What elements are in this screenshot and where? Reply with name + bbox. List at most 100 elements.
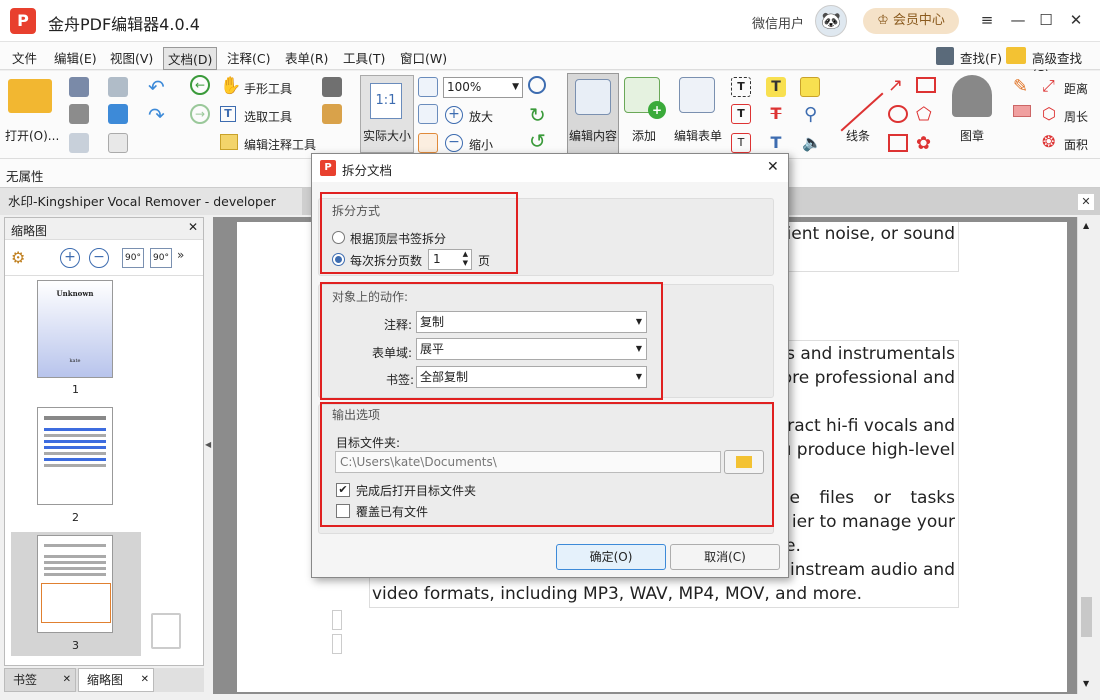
scroll-down-icon[interactable]: ▼ <box>1083 679 1089 688</box>
note-icon[interactable] <box>800 77 820 97</box>
pentagon-icon[interactable]: ⬠ <box>916 104 932 125</box>
email-icon[interactable] <box>108 77 128 97</box>
text-box-icon[interactable]: T <box>731 77 751 97</box>
edit-annotation-tool-button[interactable]: 编辑注释工具 <box>244 136 316 153</box>
cloud-shape-icon[interactable]: ✿ <box>916 133 931 154</box>
fit-visible-icon[interactable] <box>418 133 438 153</box>
text-field-icon[interactable]: T <box>731 104 751 124</box>
radio-by-pages[interactable] <box>332 253 345 266</box>
menu-tools[interactable]: 工具(T) <box>339 47 389 68</box>
close-button[interactable]: ✕ <box>1066 10 1086 30</box>
rotate-ccw-icon[interactable]: ↺ <box>529 129 546 153</box>
save-icon[interactable] <box>69 77 89 97</box>
form-field-marker[interactable] <box>332 634 342 654</box>
maximize-button[interactable]: ☐ <box>1036 10 1056 30</box>
print-icon[interactable] <box>69 104 89 124</box>
menu-window[interactable]: 窗口(W) <box>396 47 451 68</box>
menu-edit[interactable]: 编辑(E) <box>50 47 101 68</box>
scroll-up-icon[interactable]: ▲ <box>1083 221 1089 230</box>
form-field-marker[interactable] <box>332 610 342 630</box>
forward-icon[interactable]: → <box>190 104 210 124</box>
form-field-select[interactable]: 展平 ▼ <box>416 338 647 360</box>
open-button[interactable]: 打开(O)... <box>5 127 59 144</box>
polygon-icon[interactable] <box>916 77 936 93</box>
arrow-icon[interactable]: ↗ <box>888 75 903 96</box>
target-folder-input[interactable]: C:\Users\kate\Documents\ <box>335 451 721 473</box>
copy-pages-icon[interactable] <box>151 613 181 649</box>
open-after-checkbox[interactable]: ✔ <box>336 483 350 497</box>
user-name[interactable]: 微信用户 <box>752 13 804 32</box>
collapse-panel-icon[interactable]: ◀ <box>205 440 211 449</box>
callout-icon[interactable]: T <box>731 133 751 153</box>
close-panel-icon[interactable]: ✕ <box>188 220 198 234</box>
find-button[interactable]: 查找(F) <box>956 47 1006 68</box>
open-folder-icon[interactable] <box>8 79 52 113</box>
eraser-icon[interactable] <box>1013 105 1031 117</box>
new-doc-icon[interactable] <box>108 133 128 153</box>
sound-icon[interactable]: 🔈 <box>802 133 822 152</box>
undo-icon[interactable]: ↶ <box>148 75 165 99</box>
vertical-scrollbar[interactable]: ▲ ▼ <box>1077 217 1095 694</box>
menu-document[interactable]: 文档(D) <box>163 47 218 70</box>
highlight-text-icon[interactable]: T <box>766 77 786 97</box>
radio-by-bookmark[interactable] <box>332 231 345 244</box>
distance-button[interactable]: 距离 <box>1064 80 1088 97</box>
tab-bookmarks[interactable]: 书签 ✕ <box>4 668 76 692</box>
zoom-in-thumb-icon[interactable]: + <box>60 248 80 268</box>
settings-gear-icon[interactable]: ⚙ <box>11 248 33 267</box>
rotate-cw-icon[interactable]: ↻ <box>529 103 546 127</box>
attachment-icon[interactable]: ⚲ <box>804 104 817 125</box>
scroll-thumb[interactable] <box>1081 597 1092 637</box>
hand-tool-button[interactable]: 手形工具 <box>244 80 292 97</box>
close-icon[interactable]: ✕ <box>141 669 149 691</box>
avatar[interactable]: 🐼 <box>815 5 847 37</box>
menu-form[interactable]: 表单(R) <box>281 47 332 68</box>
add-button[interactable]: 添加 <box>632 127 656 144</box>
line-icon[interactable] <box>840 92 884 132</box>
stamp-button[interactable]: 图章 <box>960 127 984 144</box>
area-button[interactable]: 面积 <box>1064 136 1088 153</box>
cancel-button[interactable]: 取消(C) <box>670 544 780 570</box>
menu-icon[interactable]: ≡ <box>977 10 997 30</box>
cloud-icon[interactable] <box>108 104 128 124</box>
stepper-arrows-icon[interactable]: ▲ ▼ <box>463 250 468 268</box>
redo-icon[interactable]: ↷ <box>148 103 165 127</box>
document-tab[interactable]: 水印-Kingshiper Vocal Remover - developer … <box>0 188 302 236</box>
viewport-indicator[interactable] <box>41 583 111 623</box>
menu-file[interactable]: 文件 <box>8 47 41 68</box>
close-tab-button[interactable]: ✕ <box>1078 194 1094 210</box>
ok-button[interactable]: 确定(O) <box>556 544 666 570</box>
zoom-in-button[interactable]: 放大 <box>469 108 493 125</box>
clipboard-icon[interactable] <box>322 104 342 124</box>
thumbnail-page-1[interactable]: Unknown kate <box>37 280 113 378</box>
edit-form-button[interactable]: 编辑表单 <box>674 127 722 144</box>
minimize-button[interactable]: — <box>1008 10 1028 30</box>
thumbnail-page-2[interactable] <box>37 407 113 505</box>
zoom-select[interactable]: 100% ▼ <box>443 77 523 98</box>
export-icon[interactable] <box>69 133 89 153</box>
bookmark-select[interactable]: 全部复制 ▼ <box>416 366 647 388</box>
expand-icon[interactable]: » <box>177 248 184 262</box>
overwrite-checkbox[interactable] <box>336 504 350 518</box>
lines-button[interactable]: 线条 <box>846 127 870 144</box>
pencil-icon[interactable]: ✎ <box>1013 76 1028 97</box>
rotate-right-icon[interactable]: 90° <box>150 248 172 268</box>
zoom-out-thumb-icon[interactable]: − <box>89 248 109 268</box>
member-center-button[interactable]: ♔ 会员中心 <box>863 8 959 34</box>
dialog-close-button[interactable]: ✕ <box>767 159 779 175</box>
menu-view[interactable]: 视图(V) <box>106 47 157 68</box>
stamp-icon[interactable] <box>952 75 992 117</box>
annotation-select[interactable]: 复制 ▼ <box>416 311 647 333</box>
tab-thumbnails[interactable]: 缩略图 ✕ <box>78 668 154 692</box>
browse-folder-button[interactable] <box>724 450 764 474</box>
back-icon[interactable]: ← <box>190 75 210 95</box>
menu-comment[interactable]: 注释(C) <box>223 47 274 68</box>
perimeter-button[interactable]: 周长 <box>1064 108 1088 125</box>
rectangle-icon[interactable] <box>888 134 908 152</box>
rotate-left-icon[interactable]: 90° <box>122 248 144 268</box>
camera-icon[interactable] <box>322 77 342 97</box>
dialog-title-bar[interactable]: P 拆分文档 ✕ <box>312 154 788 182</box>
magnifier-icon[interactable] <box>528 76 546 94</box>
pages-per-split-stepper[interactable]: 1 ▲ ▼ <box>428 249 472 270</box>
select-tool-button[interactable]: 选取工具 <box>244 108 292 125</box>
